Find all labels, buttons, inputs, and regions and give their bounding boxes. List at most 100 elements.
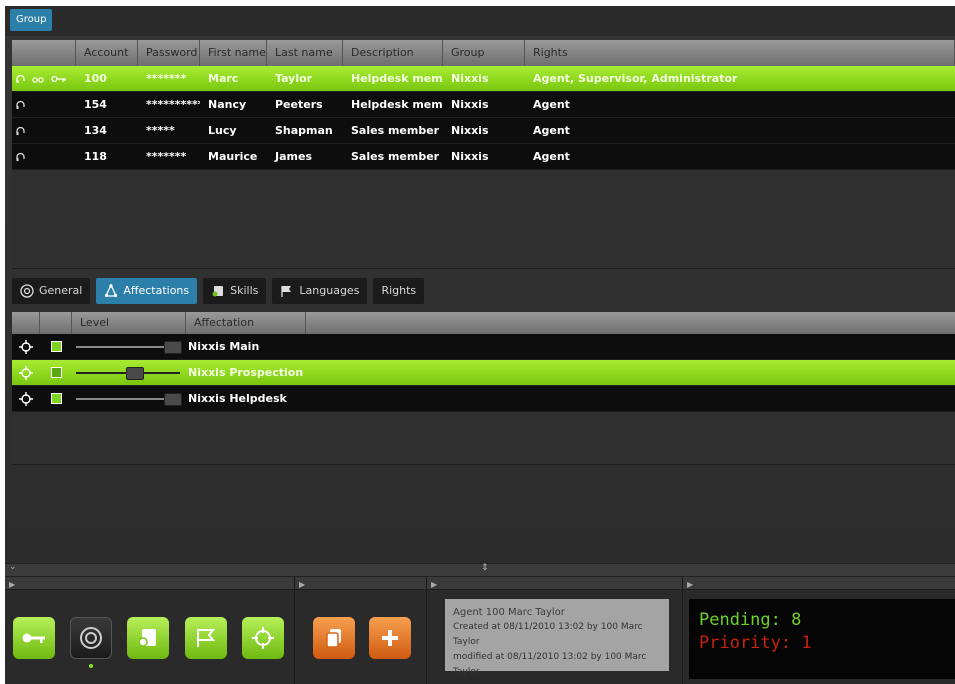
col-target[interactable]: [12, 312, 40, 334]
priority-label: Priority:: [699, 633, 792, 653]
cell-account: 134: [84, 124, 107, 137]
level-slider[interactable]: [72, 334, 186, 360]
crosshair-icon[interactable]: [12, 339, 40, 354]
languages-button[interactable]: [185, 617, 227, 659]
tab-rights[interactable]: Rights: [373, 278, 425, 304]
expand-arrow-icon[interactable]: ▶: [5, 580, 15, 589]
crosshair-icon[interactable]: [12, 365, 40, 380]
col-icons[interactable]: [12, 40, 76, 66]
affectations-button[interactable]: [242, 617, 284, 659]
col-affectation[interactable]: Affectation: [186, 312, 306, 334]
row-icons: [12, 144, 76, 169]
affectation-row[interactable]: Nixxis Main: [12, 334, 955, 360]
pending-counter: Pending: 8: [699, 609, 945, 632]
group-tab[interactable]: Group: [10, 9, 53, 31]
affectation-name: Nixxis Prospection: [188, 366, 304, 379]
cell-last-name: Shapman: [275, 124, 333, 137]
level-slider[interactable]: [72, 386, 186, 412]
level-slider[interactable]: [72, 360, 186, 386]
headset-icon: [16, 126, 25, 135]
tab-general-label: General: [39, 284, 83, 297]
tab-general[interactable]: General: [12, 278, 91, 304]
detail-tabs: General Affectations Skills Languages Ri…: [12, 278, 425, 304]
key-icon: [51, 75, 66, 83]
pane-bar-counters[interactable]: ▶: [683, 577, 955, 590]
cell-group: Nixxis: [451, 98, 489, 111]
row-icons: [12, 66, 76, 91]
slider-thumb[interactable]: [126, 366, 144, 380]
collapse-icon[interactable]: ⌄: [9, 562, 17, 572]
pane-bar-buttons[interactable]: ▶: [5, 577, 295, 590]
col-password[interactable]: Password: [138, 40, 200, 66]
col-rights[interactable]: Rights: [525, 40, 955, 66]
skills-button[interactable]: [127, 617, 169, 659]
col-last-name[interactable]: Last name: [267, 40, 343, 66]
cell-password: *******: [146, 150, 187, 163]
skills-icon: [212, 286, 224, 297]
expand-arrow-icon[interactable]: ▶: [427, 580, 437, 589]
cell-last-name: James: [275, 150, 312, 163]
affectation-checkbox[interactable]: [50, 393, 62, 404]
col-first-name[interactable]: First name: [200, 40, 267, 66]
cell-first-name: Marc: [208, 72, 239, 85]
expand-arrow-icon[interactable]: ▶: [295, 580, 305, 589]
row-icons: [12, 118, 76, 143]
cell-description: Sales member: [351, 150, 440, 163]
agent-info-modified: modified at 08/11/2010 13:02 by 100 Marc…: [453, 652, 647, 677]
pending-label: Pending:: [699, 610, 781, 630]
col-check[interactable]: [40, 312, 72, 334]
col-description[interactable]: Description: [343, 40, 443, 66]
crosshair-icon[interactable]: [12, 391, 40, 406]
affectation-row[interactable]: Nixxis Prospection: [12, 360, 955, 386]
cell-password: ***********: [146, 98, 200, 111]
add-button[interactable]: [369, 617, 411, 659]
flag-icon: [197, 629, 216, 647]
target-circle-icon: [80, 627, 102, 649]
col-group[interactable]: Group: [443, 40, 525, 66]
general-button[interactable]: [70, 617, 112, 659]
col-level[interactable]: Level: [72, 312, 186, 334]
cell-description: Helpdesk member: [351, 98, 443, 111]
slider-thumb[interactable]: [164, 392, 182, 406]
copy-icon: [326, 629, 341, 648]
cell-first-name: Nancy: [208, 98, 247, 111]
crosshair-icon: [252, 627, 274, 649]
pane-bar-actions[interactable]: ▶: [295, 577, 427, 590]
pane-bar-info[interactable]: ▶: [427, 577, 683, 590]
cell-first-name: Lucy: [208, 124, 237, 137]
copy-button[interactable]: [313, 617, 355, 659]
active-indicator: [89, 664, 93, 668]
resize-handle-icon[interactable]: ⇕: [481, 563, 489, 573]
target-circle-icon: [20, 284, 34, 298]
cell-rights: Agent: [533, 150, 570, 163]
affectations-icon: [105, 284, 118, 298]
slider-thumb[interactable]: [164, 340, 182, 354]
panel-splitter[interactable]: ⌄ ⇕: [5, 562, 955, 577]
affectation-name: Nixxis Main: [188, 340, 260, 353]
affectation-checkbox[interactable]: [50, 341, 62, 352]
expand-arrow-icon[interactable]: ▶: [683, 580, 693, 589]
cell-account: 118: [84, 150, 107, 163]
tab-languages-label: Languages: [299, 284, 360, 297]
agent-info-created: Created at 08/11/2010 13:02 by 100 Marc …: [453, 622, 643, 647]
tab-affectations[interactable]: Affectations: [96, 278, 198, 304]
affectation-row[interactable]: Nixxis Helpdesk: [12, 386, 955, 412]
table-row[interactable]: 154 *********** Nancy Peeters Helpdesk m…: [12, 92, 955, 118]
cell-rights: Agent: [533, 124, 570, 137]
tab-skills[interactable]: Skills: [203, 278, 267, 304]
table-row[interactable]: 100 ******* Marc Taylor Helpdesk member …: [12, 66, 955, 92]
cell-last-name: Peeters: [275, 98, 323, 111]
cell-group: Nixxis: [451, 72, 489, 85]
row-icons: [12, 92, 76, 117]
flag-icon: [281, 286, 292, 297]
pending-value: 8: [791, 610, 802, 630]
affectation-checkbox[interactable]: [50, 367, 62, 378]
divider: [682, 577, 683, 684]
affectations-grid-header: Level Affectation: [12, 312, 955, 334]
key-button[interactable]: [13, 617, 55, 659]
table-row[interactable]: 118 ******* Maurice James Sales member N…: [12, 144, 955, 170]
headset-icon: [16, 100, 25, 109]
col-account[interactable]: Account: [76, 40, 138, 66]
table-row[interactable]: 134 ***** Lucy Shapman Sales member Nixx…: [12, 118, 955, 144]
tab-languages[interactable]: Languages: [272, 278, 368, 304]
